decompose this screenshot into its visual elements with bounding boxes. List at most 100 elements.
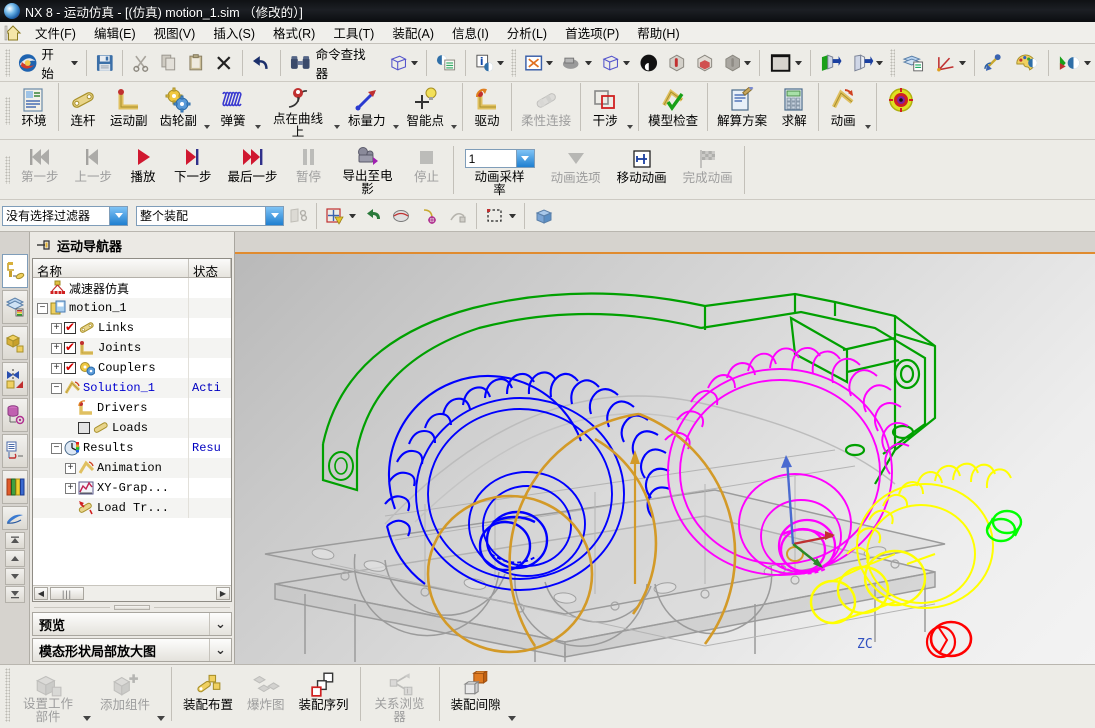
wcs-button[interactable] <box>930 48 970 78</box>
chevron-down-icon[interactable] <box>509 213 516 218</box>
column-header-status[interactable]: 状态 <box>189 259 231 277</box>
scroll-up-button[interactable] <box>4 550 25 567</box>
modal-shape-panel-header[interactable]: 模态形状局部放大图 ⌄ <box>32 638 232 662</box>
tree-row[interactable]: Drivers <box>33 398 231 418</box>
curve-snap-button[interactable] <box>444 201 472 231</box>
shaded-button[interactable] <box>719 48 755 78</box>
ribbon-button-环境[interactable]: 环境 <box>13 83 55 137</box>
tree-checkbox[interactable] <box>78 422 90 434</box>
chevron-down-icon[interactable] <box>1084 60 1091 65</box>
palette-button[interactable] <box>1010 48 1043 78</box>
collapse-icon[interactable]: − <box>51 442 62 454</box>
point-snap-button[interactable] <box>416 201 444 231</box>
animation-button-pause[interactable]: 暂停 <box>286 141 332 197</box>
selection-filter-dropdown[interactable]: 没有选择过滤器 <box>2 205 128 226</box>
ribbon-button-连杆[interactable]: 连杆 <box>62 83 104 137</box>
scrollbar-thumb[interactable]: ||| <box>50 587 84 600</box>
scroll-top-button[interactable] <box>4 532 25 549</box>
layers-button[interactable] <box>898 48 929 78</box>
panel-splitter[interactable] <box>30 602 234 612</box>
bottom-button-add-component[interactable]: 添加组件 <box>93 665 157 725</box>
menu-item-4[interactable]: 格式(R) <box>264 20 324 45</box>
scroll-down-button[interactable] <box>4 568 25 585</box>
tree-row[interactable]: + Animation <box>33 458 231 478</box>
expand-icon[interactable]: + <box>65 462 76 474</box>
tree-row[interactable]: + Couplers <box>33 358 231 378</box>
chevron-down-icon[interactable] <box>622 60 630 65</box>
chevron-down-icon[interactable] <box>958 60 966 65</box>
ribbon-button-求解[interactable]: 求解 <box>773 83 815 137</box>
tree-row[interactable]: − motion_1 <box>33 298 231 318</box>
sample-rate-combo[interactable]: 1 <box>464 146 535 171</box>
chevron-down-icon[interactable] <box>865 124 872 129</box>
chevron-down-icon[interactable] <box>876 60 884 65</box>
rectangle-select-button[interactable] <box>481 201 520 231</box>
rotate-view-button[interactable] <box>596 48 634 78</box>
ribbon-button-运动副[interactable]: 运动副 <box>104 83 154 137</box>
animation-button-export-movie[interactable]: 导出至电影 <box>332 141 404 197</box>
clip-back-button[interactable] <box>847 48 887 78</box>
toolbar-grip[interactable] <box>5 96 10 125</box>
ribbon-button-干涉[interactable]: 干涉 <box>584 83 626 137</box>
chevron-down-icon[interactable] <box>451 124 458 129</box>
resource-history[interactable] <box>1 434 28 468</box>
ribbon-button-motion-target-icon[interactable] <box>880 83 922 137</box>
bottom-button-assembly-clearance[interactable]: 装配间隙 <box>444 665 508 725</box>
chevron-down-icon[interactable] <box>157 716 166 721</box>
back-arrow-button[interactable] <box>360 201 388 231</box>
ribbon-button-驱动[interactable]: 驱动 <box>466 83 508 137</box>
resource-web-browser[interactable] <box>1 506 28 530</box>
preview-panel-header[interactable]: 预览 ⌄ <box>32 612 232 636</box>
toolbar-grip[interactable] <box>890 48 896 77</box>
bottom-button-set-work-part[interactable]: 设置工作部件 <box>13 665 83 725</box>
wireframe-cube-button[interactable] <box>384 48 422 78</box>
collapse-icon[interactable]: − <box>51 382 62 394</box>
undo-button[interactable] <box>247 48 277 78</box>
resource-book-library[interactable] <box>1 470 28 504</box>
menu-item-2[interactable]: 视图(V) <box>145 20 205 45</box>
bottom-button-relation-browser[interactable]: i 关系浏览器 <box>365 665 435 725</box>
expand-icon[interactable]: + <box>51 322 62 334</box>
animation-button-next-step[interactable]: 下一步 <box>166 141 220 197</box>
tree-checkbox[interactable] <box>64 340 76 354</box>
render-button[interactable] <box>1053 48 1095 78</box>
bottom-button-assembly-sequence[interactable]: 装配序列 <box>292 665 356 725</box>
chevron-down-icon[interactable] <box>392 124 399 129</box>
chevron-down-icon[interactable] <box>507 716 516 721</box>
scroll-right-button[interactable]: ▶ <box>216 587 230 600</box>
save-button[interactable] <box>91 48 119 78</box>
expand-icon[interactable]: + <box>65 482 76 494</box>
finish-animation-button[interactable]: 完成动画 <box>675 142 741 198</box>
resource-reuse-library[interactable] <box>1 398 28 432</box>
column-header-name[interactable]: 名称 <box>33 259 189 277</box>
tree-row[interactable]: − Solution_1 Acti <box>33 378 231 398</box>
pin-icon[interactable] <box>36 238 50 252</box>
animation-options-button[interactable]: 动画选项 <box>543 142 609 198</box>
tree-row[interactable]: − Results Resu <box>33 438 231 458</box>
ribbon-button-齿轮副[interactable]: 齿轮副 <box>154 83 204 137</box>
object-display-button[interactable] <box>431 48 461 78</box>
menu-item-9[interactable]: 首选项(P) <box>556 20 628 45</box>
command-finder-button[interactable]: 命令查找器 <box>285 48 384 81</box>
resource-part-navigator[interactable] <box>1 362 28 396</box>
animation-button-stop[interactable]: 停止 <box>404 141 450 197</box>
chevron-down-icon[interactable] <box>70 60 78 65</box>
menu-item-1[interactable]: 编辑(E) <box>85 20 145 45</box>
animation-button-last-step[interactable]: 最后一步 <box>220 141 286 197</box>
toolbar-grip[interactable] <box>5 668 10 722</box>
chevron-down-icon[interactable] <box>546 60 554 65</box>
ribbon-button-智能点[interactable]: 智能点 <box>401 83 451 137</box>
animation-sample-rate-control[interactable]: 1 动画采样率 <box>457 142 543 198</box>
menu-item-7[interactable]: 信息(I) <box>443 20 498 45</box>
resource-layer-navigator[interactable] <box>1 290 28 324</box>
chevron-down-icon[interactable] <box>496 60 504 65</box>
chevron-down-icon[interactable] <box>411 60 419 65</box>
ribbon-button-模型检查[interactable]: 模型检查 <box>642 83 704 137</box>
toolbar-grip[interactable] <box>5 48 10 77</box>
chevron-down-icon[interactable] <box>265 206 283 225</box>
info-button[interactable]: i <box>470 48 508 78</box>
fit-view-button[interactable] <box>519 48 557 78</box>
selection-filter-value[interactable]: 没有选择过滤器 <box>3 207 109 225</box>
toolbar-grip[interactable] <box>5 155 10 184</box>
shaded-halfsection-button[interactable] <box>634 48 664 78</box>
